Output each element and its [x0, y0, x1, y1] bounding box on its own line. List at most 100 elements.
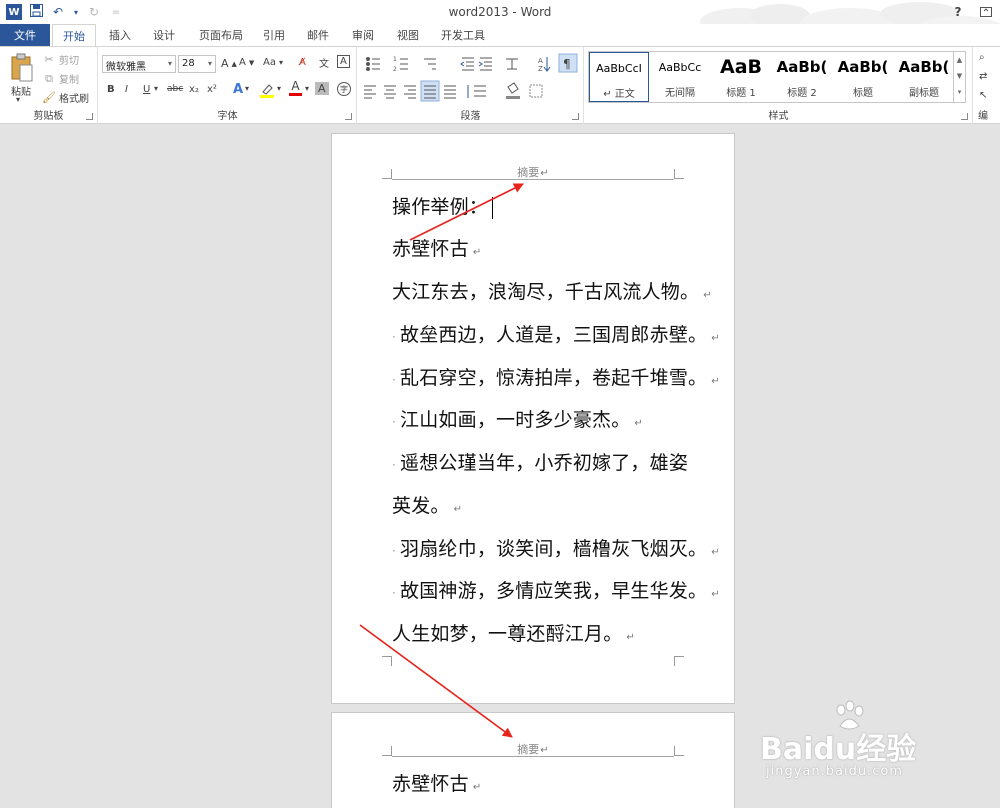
multilevel-list-icon[interactable]: [424, 58, 436, 70]
line-spacing-icon[interactable]: [467, 85, 486, 98]
font-name-dropdown-icon[interactable]: ▾: [168, 59, 172, 68]
doc-line[interactable]: 赤壁怀古 ↵: [392, 769, 481, 796]
format-painter-icon: 🖌: [42, 91, 56, 104]
doc-line[interactable]: 赤壁怀古 ↵: [392, 234, 481, 261]
tab-insert[interactable]: 插入: [98, 24, 142, 46]
style-subtitle[interactable]: AaBb( 副标题: [894, 52, 954, 102]
margin-corner: [382, 746, 392, 756]
styles-gallery-scroll[interactable]: ▲ ▼ ▾: [953, 52, 965, 102]
doc-line[interactable]: · 乱石穿空，惊涛拍岸，卷起千堆雪。 ↵: [392, 363, 720, 390]
style-title[interactable]: AaBb( 标题: [833, 52, 893, 102]
doc-line[interactable]: 大江东去，浪淘尽，千古风流人物。 ↵: [392, 277, 712, 304]
strikethrough-button[interactable]: abc: [167, 84, 183, 94]
cut-button[interactable]: ✂ 剪切: [42, 52, 79, 67]
doc-line[interactable]: 操作举例：: [392, 192, 494, 219]
style-heading-1[interactable]: AaB 标题 1: [711, 52, 771, 102]
doc-line[interactable]: · 羽扇纶巾，谈笑间，樯橹灰飞烟灭。 ↵: [392, 534, 720, 561]
paragraph-group: 12 AZ ¶ 段落: [358, 47, 584, 124]
font-name-combo[interactable]: 微软雅黑 ▾: [102, 55, 176, 73]
chinese-layout-icon[interactable]: [506, 58, 518, 70]
copy-button[interactable]: ⧉ 复制: [42, 71, 79, 87]
title-bar: W ↶ ▾ ↻ = word2013 - Word ?: [0, 0, 1000, 44]
character-border-icon[interactable]: A: [337, 55, 350, 68]
paste-button-label[interactable]: 粘贴: [11, 83, 31, 98]
clipboard-launcher-icon[interactable]: [86, 113, 93, 120]
paste-dropdown-icon[interactable]: ▾: [16, 95, 20, 104]
increase-indent-icon[interactable]: [478, 57, 492, 71]
doc-line[interactable]: · 遥想公瑾当年，小乔初嫁了，雄姿: [392, 448, 688, 475]
underline-dropdown-icon[interactable]: ▾: [154, 84, 158, 93]
underline-button[interactable]: U: [143, 84, 150, 95]
numbering-icon[interactable]: 12: [393, 56, 408, 73]
tab-design[interactable]: 设计: [142, 24, 186, 46]
font-launcher-icon[interactable]: [345, 113, 352, 120]
doc-line[interactable]: 英发。 ↵: [392, 491, 462, 518]
bold-button[interactable]: B: [107, 84, 115, 95]
paragraph-launcher-icon[interactable]: [572, 113, 579, 120]
style-normal[interactable]: AaBbCcI ↵ 正文: [589, 52, 649, 102]
style-heading-2[interactable]: AaBb( 标题 2: [772, 52, 832, 102]
align-right-icon[interactable]: [404, 85, 416, 99]
style-preview: AaBb(: [776, 58, 828, 76]
tab-review[interactable]: 审阅: [342, 24, 384, 46]
character-shading-icon[interactable]: A: [315, 82, 329, 95]
tab-references[interactable]: 引用: [254, 24, 294, 46]
font-size-combo[interactable]: 28 ▾: [178, 55, 216, 73]
space-mark: ·: [392, 586, 397, 600]
highlight-color-icon[interactable]: [259, 82, 275, 98]
tab-developer[interactable]: 开发工具: [434, 24, 492, 46]
grow-font-icon[interactable]: A ▲: [221, 57, 237, 70]
text-effects-icon[interactable]: A: [233, 82, 243, 97]
help-button[interactable]: ?: [944, 0, 972, 24]
bullets-icon[interactable]: [366, 57, 381, 71]
sort-icon[interactable]: AZ: [538, 57, 551, 73]
phonetic-guide-icon[interactable]: 文: [319, 55, 329, 70]
gallery-down-icon[interactable]: ▼: [954, 68, 965, 84]
doc-line[interactable]: · 江山如画，一时多少豪杰。 ↵: [392, 405, 643, 432]
doc-line[interactable]: · 故国神游，多情应笑我，早生华发。 ↵: [392, 576, 720, 603]
window-title: word2013 - Word: [448, 5, 552, 19]
shading-icon[interactable]: [506, 82, 520, 99]
tab-view[interactable]: 视图: [388, 24, 428, 46]
find-icon[interactable]: ⌕: [979, 52, 985, 63]
tab-mailings[interactable]: 邮件: [298, 24, 338, 46]
tab-page-layout[interactable]: 页面布局: [190, 24, 252, 46]
font-color-dropdown-icon[interactable]: ▾: [305, 84, 309, 93]
style-no-spacing[interactable]: AaBbCc 无间隔: [650, 52, 710, 102]
ribbon-display-options-icon[interactable]: [972, 0, 1000, 24]
tab-file[interactable]: 文件: [0, 24, 50, 46]
align-left-icon[interactable]: [364, 85, 376, 99]
space-mark: ·: [392, 415, 397, 429]
paragraph-mark: ↵: [626, 632, 635, 643]
doc-line[interactable]: · 故垒西边，人道是，三国周郎赤壁。 ↵: [392, 320, 720, 347]
shrink-font-icon[interactable]: A ▼: [239, 57, 254, 68]
gallery-up-icon[interactable]: ▲: [954, 52, 965, 68]
change-case-button[interactable]: Aa ▾: [263, 57, 283, 68]
document-page[interactable]: 摘要↵ 操作举例： 赤壁怀古 ↵ 大江东去，浪淘尽，千古风流人物。 ↵ · 故垒西边，…: [331, 133, 735, 704]
format-painter-button[interactable]: 🖌 格式刷: [42, 90, 89, 105]
styles-launcher-icon[interactable]: [961, 113, 968, 120]
replace-icon[interactable]: ⇄: [979, 71, 987, 82]
font-size-dropdown-icon[interactable]: ▾: [208, 59, 212, 68]
distributed-icon[interactable]: [444, 85, 456, 99]
font-group-label: 字体: [217, 111, 238, 122]
decrease-indent-icon[interactable]: [460, 57, 474, 71]
enclose-characters-icon[interactable]: 字: [337, 82, 351, 96]
doc-line[interactable]: 人生如梦，一尊还酹江月。 ↵: [392, 619, 635, 646]
select-icon[interactable]: ↖: [979, 90, 987, 101]
italic-button[interactable]: I: [125, 84, 128, 95]
document-page[interactable]: 摘要↵ 赤壁怀古 ↵: [331, 712, 735, 808]
superscript-button[interactable]: x²: [207, 84, 217, 95]
subscript-button[interactable]: x₂: [189, 84, 199, 95]
align-center-icon[interactable]: [384, 85, 396, 99]
ribbon-tab-bar: 文件 开始 插入 设计 页面布局 引用 邮件 审阅 视图 开发工具: [0, 24, 1000, 47]
gallery-more-icon[interactable]: ▾: [954, 84, 965, 100]
borders-icon[interactable]: [529, 84, 543, 98]
paste-icon[interactable]: [10, 53, 34, 83]
highlight-dropdown-icon[interactable]: ▾: [277, 84, 281, 93]
tab-home[interactable]: 开始: [52, 24, 96, 47]
text-effects-dropdown-icon[interactable]: ▾: [245, 84, 249, 93]
header-rule: [392, 179, 674, 180]
font-color-icon[interactable]: A: [289, 80, 302, 96]
clear-formatting-icon[interactable]: A̸: [299, 57, 306, 68]
